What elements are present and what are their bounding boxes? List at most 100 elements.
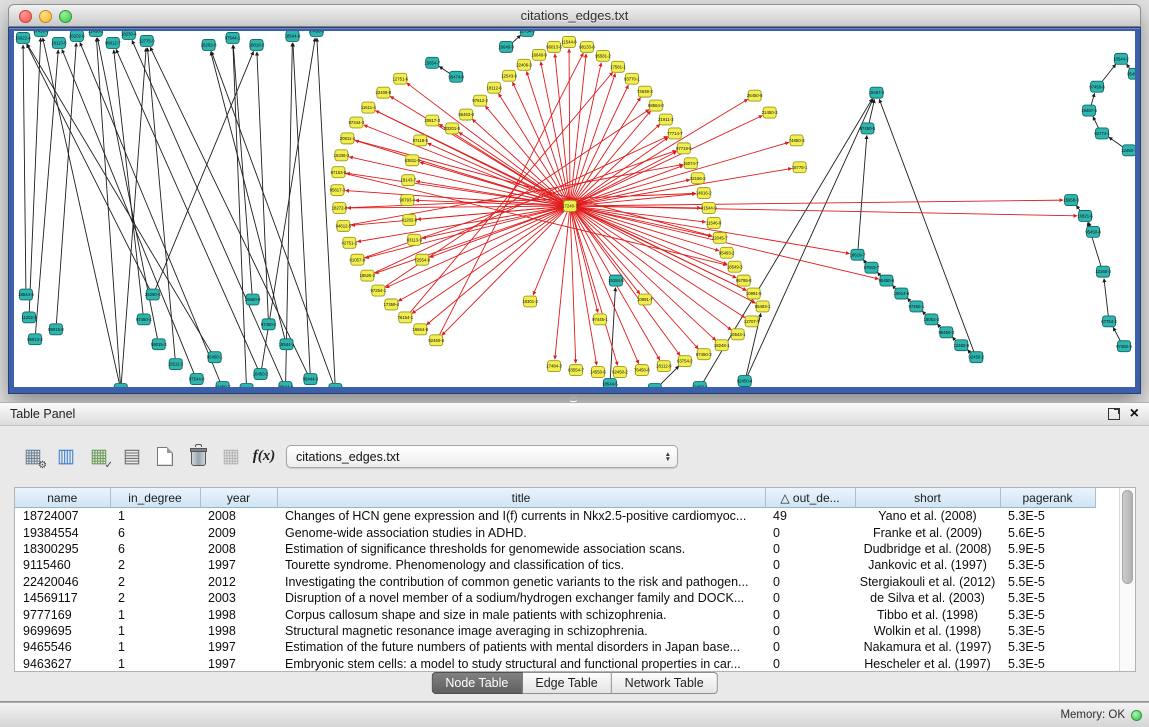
graph-node[interactable]: 18775-1 (792, 162, 808, 173)
graph-edge[interactable] (80, 42, 220, 381)
graph-node[interactable]: 97450-7 (113, 384, 129, 387)
graph-edge[interactable] (420, 162, 563, 204)
graph-node[interactable]: 16336-3 (334, 150, 350, 161)
graph-node[interactable]: 74639-3 (637, 86, 653, 97)
graph-node[interactable]: 16821-6 (1077, 210, 1093, 221)
graph-node[interactable]: 85817-3 (330, 185, 346, 196)
graph-node[interactable]: 18112-6 (486, 82, 502, 93)
graph-node[interactable]: 67754-2 (1101, 316, 1117, 327)
table-row[interactable]: 2242004622012Investigating the contribut… (15, 574, 1095, 590)
graph-node[interactable]: 97612-2 (472, 95, 488, 106)
graph-edge[interactable] (426, 210, 564, 325)
graph-edge[interactable] (485, 106, 565, 202)
graph-node[interactable]: 18544-2 (1113, 53, 1129, 64)
graph-node[interactable]: 95493-2 (719, 247, 735, 258)
graph-node[interactable]: 21911-3 (658, 114, 674, 125)
graph-node[interactable]: 97719-5 (676, 143, 692, 154)
graph-node[interactable]: 25260-6 (145, 289, 161, 300)
modify-table-icon[interactable]: ▦⚙ (20, 443, 46, 469)
graph-node[interactable]: 95450-2 (1127, 68, 1135, 79)
table-row[interactable]: 1830029562008Estimation of significance … (15, 541, 1095, 557)
graph-node[interactable]: 20817-3 (424, 115, 440, 126)
graph-node[interactable]: 25660-9 (245, 294, 261, 305)
graph-node[interactable]: 67919-7 (864, 262, 880, 273)
graph-node[interactable]: 10891-7 (637, 294, 653, 305)
graph-node[interactable]: 83201-5 (444, 123, 460, 134)
graph-edge[interactable] (1109, 137, 1123, 147)
graph-edge[interactable] (211, 51, 333, 383)
column-header-title[interactable]: title (277, 488, 765, 508)
graph-node[interactable]: 12160-3 (1095, 266, 1111, 277)
graph-node[interactable]: 63754-2 (677, 356, 693, 367)
graph-node[interactable]: 95581-2 (595, 50, 611, 61)
graph-node[interactable]: 95450-3 (938, 327, 954, 338)
graph-node[interactable]: 10991-5 (746, 288, 762, 299)
graph-node[interactable]: 18544-5 (602, 379, 618, 387)
graph-node[interactable]: 92774-1 (1094, 128, 1110, 139)
tab-network-table[interactable]: Network Table (612, 672, 718, 694)
graph-node[interactable]: 12543-9 (501, 70, 517, 81)
new-table-icon[interactable] (152, 443, 178, 469)
graph-node[interactable]: 96012-7 (105, 37, 121, 48)
graph-node[interactable]: 95013-2 (27, 334, 43, 345)
graph-node[interactable]: 18544-6 (18, 289, 34, 300)
graph-edge[interactable] (96, 38, 120, 383)
graph-node[interactable]: 93770-1 (624, 73, 640, 84)
graph-node[interactable]: 16544-1 (730, 329, 746, 340)
graph-node[interactable]: 12450-7 (215, 382, 231, 387)
graph-node[interactable]: 92450-6 (428, 335, 444, 346)
graph-node[interactable]: 74850-3 (789, 135, 805, 146)
graph-node[interactable]: 85493-1 (755, 301, 771, 312)
graph-edge[interactable] (412, 209, 564, 313)
graph-node[interactable]: 98133-8 (579, 41, 595, 52)
graph-node[interactable]: 95450-7 (647, 384, 663, 387)
graph-edge[interactable] (375, 110, 747, 290)
table-scrollbar[interactable] (1119, 488, 1135, 671)
graph-node[interactable]: 15184-5 (608, 275, 624, 286)
close-panel-icon[interactable] (1130, 408, 1139, 420)
graph-node[interactable]: 95474-0 (448, 71, 464, 82)
graph-node[interactable]: 17484-3 (546, 361, 562, 372)
graph-edge[interactable] (575, 111, 651, 202)
graph-node[interactable]: 16640-9 (531, 49, 547, 60)
graph-node[interactable]: 91544-9 (701, 203, 717, 214)
graph-node[interactable]: 19487-4 (869, 87, 885, 98)
delete-table-icon[interactable] (185, 443, 211, 469)
graph-node[interactable]: 17240-7 (562, 201, 578, 212)
graph-edge[interactable] (472, 119, 565, 202)
graph-node[interactable]: 12450-9 (953, 340, 969, 351)
graph-node[interactable]: 14550-6 (590, 367, 606, 378)
graph-node[interactable]: 18051-4 (924, 314, 940, 325)
show-columns-icon[interactable]: ▥ (53, 443, 79, 469)
graph-node[interactable]: 42751-2 (342, 237, 358, 248)
graph-edge[interactable] (858, 135, 867, 248)
graph-edge[interactable] (574, 97, 641, 201)
graph-node[interactable]: 16646-9 (498, 41, 514, 52)
graph-node[interactable]: 11546-9 (706, 217, 722, 228)
graph-node[interactable]: 11544-8 (561, 36, 577, 47)
graph-node[interactable]: 95450-1 (207, 352, 223, 363)
graph-edge[interactable] (1104, 279, 1108, 316)
zoom-button[interactable] (59, 10, 72, 23)
graph-node[interactable]: 18544-9 (278, 382, 294, 387)
graph-node[interactable]: 95450-8 (1085, 226, 1101, 237)
graph-node[interactable]: 16074-7 (683, 158, 699, 169)
graph-node[interactable]: 18248-1 (714, 340, 730, 351)
graph-edge[interactable] (571, 63, 601, 201)
graph-node[interactable]: 18272-8 (332, 203, 348, 214)
graph-node[interactable]: 83554-7 (568, 365, 584, 376)
graph-edge[interactable] (1102, 64, 1116, 82)
graph-node[interactable]: 14616-2 (696, 188, 712, 199)
graph-node[interactable]: 18230-4 (121, 31, 137, 39)
graph-node[interactable]: 15654-7 (424, 57, 440, 68)
minimize-button[interactable] (39, 10, 52, 23)
graph-edge[interactable] (1113, 327, 1120, 341)
graph-node[interactable]: 32166-2 (690, 173, 706, 184)
graph-node[interactable]: 12775-9 (139, 35, 155, 46)
graph-edge[interactable] (572, 212, 618, 366)
graph-node[interactable]: 97544-1 (225, 32, 241, 43)
graph-node[interactable]: 90793-4 (399, 195, 415, 206)
graph-node[interactable]: 97450-3 (309, 31, 325, 36)
table-row[interactable]: 946554611997Estimation of the future num… (15, 639, 1095, 655)
graph-node[interactable]: 97450-9 (33, 31, 49, 36)
